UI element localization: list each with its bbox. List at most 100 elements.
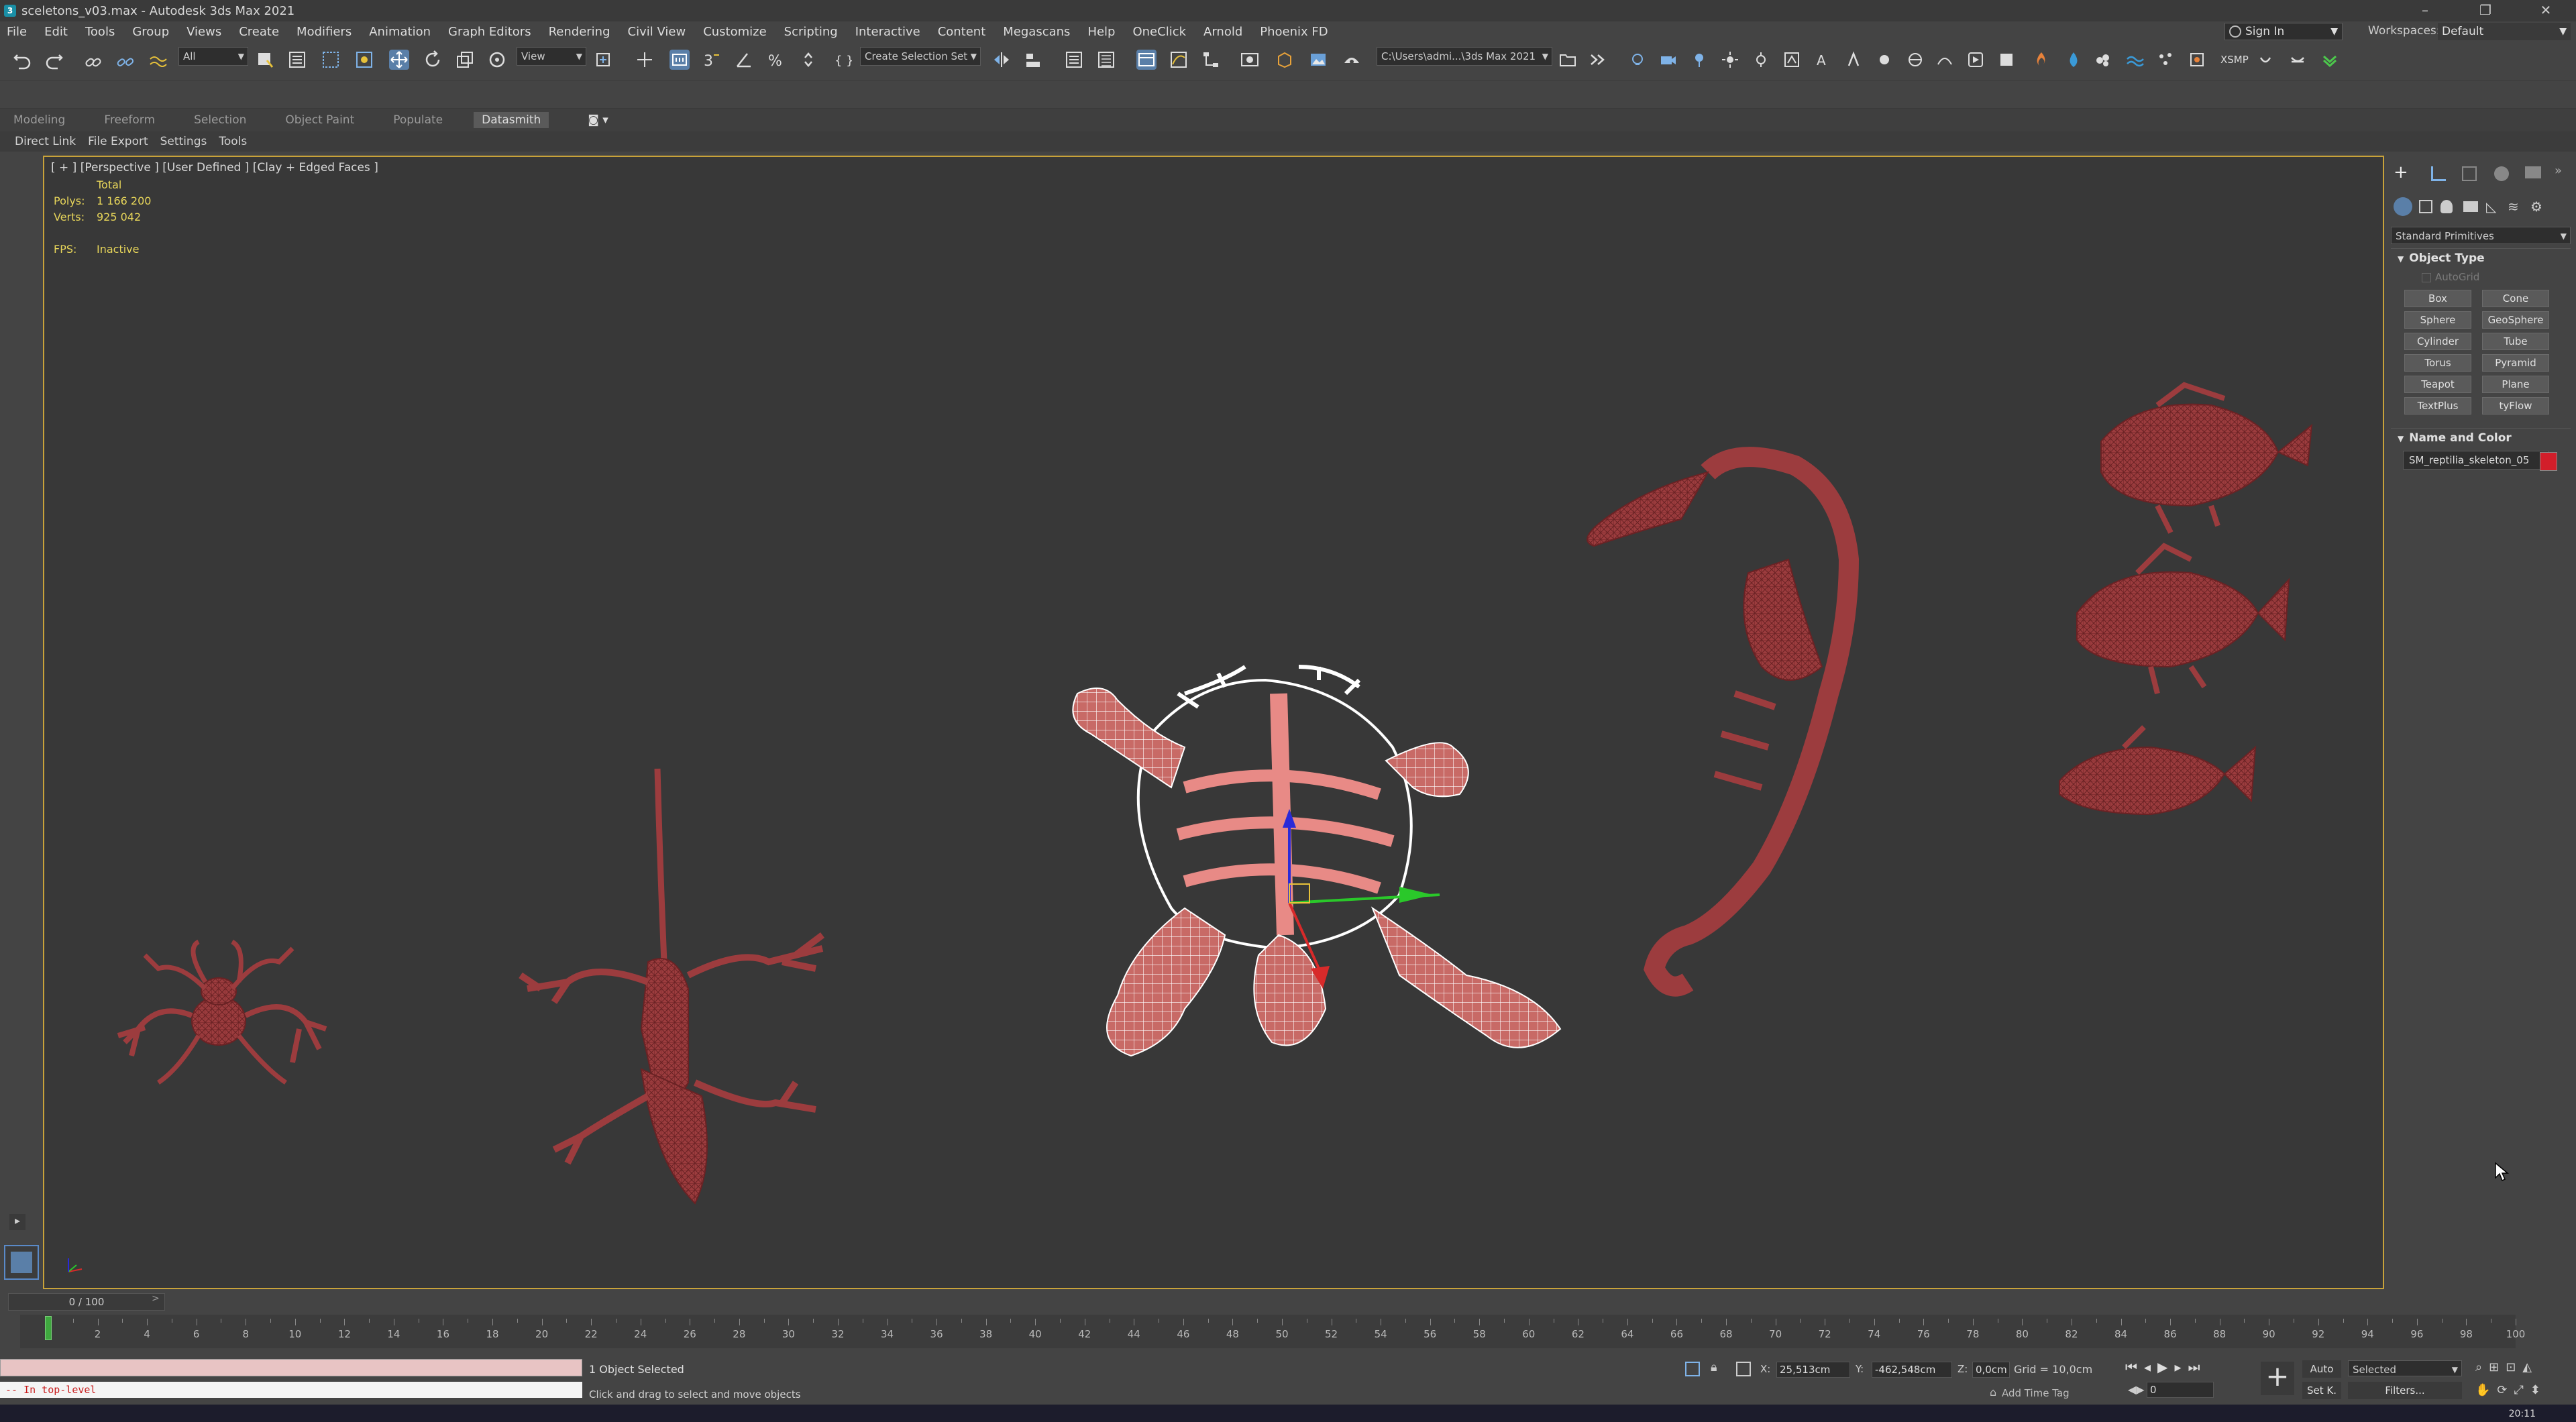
minimize-button[interactable]: – (2395, 0, 2455, 21)
direct-link-button[interactable]: Direct Link (15, 135, 76, 148)
x-coordinate-field[interactable]: 25,513cm (1776, 1362, 1850, 1378)
xsmp-settings-icon[interactable] (2288, 50, 2308, 70)
arnold-sky-icon[interactable] (1905, 50, 1925, 70)
menu-customize[interactable]: Customize (703, 25, 766, 39)
walk-through-icon[interactable]: ⬍ (2530, 1383, 2547, 1397)
fish-skeleton-model-2[interactable] (2076, 543, 2290, 694)
lizard-skeleton-model[interactable] (519, 768, 824, 1205)
tab-populate[interactable]: Populate (393, 113, 443, 127)
link-icon[interactable] (83, 52, 103, 72)
select-and-place-icon[interactable] (487, 50, 507, 70)
set-key-button[interactable]: Set K. (2302, 1382, 2341, 1399)
lights-category-icon[interactable] (2440, 200, 2453, 213)
menu-animation[interactable]: Animation (369, 25, 431, 39)
file-export-button[interactable]: File Export (88, 135, 148, 148)
fish-skeleton-model-1[interactable] (2100, 382, 2313, 534)
menu-create[interactable]: Create (239, 25, 279, 39)
unlink-icon[interactable] (115, 52, 136, 72)
menu-graph-editors[interactable]: Graph Editors (448, 25, 531, 39)
xsmp-label[interactable]: XSMP (2220, 54, 2249, 66)
menu-rendering[interactable]: Rendering (549, 25, 610, 39)
snaps-toggle-icon[interactable]: 3 (702, 50, 722, 70)
box-button[interactable]: Box (2404, 290, 2471, 307)
angle-snap-icon[interactable] (734, 50, 754, 70)
menu-megascans[interactable]: Megascans (1003, 25, 1070, 39)
skylight-icon[interactable] (1689, 50, 1709, 70)
select-manipulate-icon[interactable] (635, 50, 655, 70)
toggle-scene-explorer-icon[interactable] (1064, 50, 1084, 70)
menu-interactive[interactable]: Interactive (855, 25, 920, 39)
go-to-end-icon[interactable]: ⏭ (2188, 1359, 2206, 1375)
physical-camera-icon[interactable] (1658, 50, 1678, 70)
select-and-rotate-icon[interactable] (423, 50, 443, 70)
play-icon[interactable]: ▶ (2157, 1359, 2174, 1375)
render-setup-icon[interactable] (1275, 50, 1295, 70)
workspace-select[interactable]: Default ▼ (2438, 23, 2571, 40)
pan-view-icon[interactable]: ✋ (2475, 1383, 2497, 1397)
torus-button[interactable]: Torus (2404, 354, 2471, 372)
arnold-operator-icon[interactable] (1996, 50, 2017, 70)
select-and-scale-icon[interactable] (455, 50, 475, 70)
helpers-category-icon[interactable]: ◺ (2486, 199, 2496, 215)
ribbon-options-icon[interactable]: ◙ ▾ (588, 113, 608, 127)
select-object-icon[interactable] (255, 50, 275, 70)
plane-button[interactable]: Plane (2482, 376, 2549, 393)
arnold-light-icon[interactable] (1874, 50, 1894, 70)
frog-skeleton-model[interactable] (117, 939, 327, 1085)
menu-tools[interactable]: Tools (85, 25, 115, 39)
set-keys-icon[interactable]: + (2261, 1362, 2294, 1395)
phoenix-source-icon[interactable] (2187, 50, 2207, 70)
add-time-tag-button[interactable]: Add Time Tag (2002, 1387, 2070, 1399)
isolate-selection-icon[interactable] (1685, 1362, 1700, 1376)
sign-in-dropdown[interactable]: Sign In ▼ (2224, 23, 2343, 40)
viewport-layout-thumbnail[interactable] (4, 1245, 39, 1280)
cylinder-button[interactable]: Cylinder (2404, 333, 2471, 350)
create-tab-icon[interactable]: + (2394, 164, 2412, 182)
auto-key-button[interactable]: Auto (2302, 1360, 2341, 1378)
tab-datasmith[interactable]: Datasmith (474, 112, 549, 128)
project-folder-dropdown[interactable]: C:\Users\admi...\3ds Max 2021 ▼ (1377, 47, 1552, 66)
pyramid-button[interactable]: Pyramid (2482, 354, 2549, 372)
phoenix-ocean-icon[interactable] (2125, 50, 2145, 70)
redo-icon[interactable] (44, 52, 64, 72)
menu-help[interactable]: Help (1087, 25, 1115, 39)
primitive-type-dropdown[interactable]: Standard Primitives ▼ (2391, 227, 2571, 244)
select-by-name-icon[interactable] (287, 50, 307, 70)
selection-set-dropdown[interactable]: Create Selection Set ▼ (860, 47, 981, 66)
curve-editor-icon[interactable] (1169, 50, 1189, 70)
go-to-start-icon[interactable]: ⏮ (2125, 1359, 2144, 1375)
space-warps-category-icon[interactable]: ≋ (2508, 199, 2519, 215)
teapot-button[interactable]: Teapot (2404, 376, 2471, 393)
motion-tab-icon[interactable] (2494, 166, 2509, 181)
time-slider[interactable]: 0 / 100 (8, 1293, 165, 1311)
undo-icon[interactable] (12, 52, 32, 72)
menu-phoenix-fd[interactable]: Phoenix FD (1260, 25, 1328, 39)
sun-positioner-icon[interactable] (1720, 50, 1740, 70)
select-and-move-icon[interactable] (389, 50, 409, 70)
menu-oneclick[interactable]: OneClick (1132, 25, 1186, 39)
tools-button[interactable]: Tools (219, 135, 247, 148)
object-name-field[interactable]: SM_reptilia_skeleton_05 (2403, 451, 2549, 470)
utilities-tab-icon[interactable]: » (2555, 164, 2562, 178)
percent-snap-icon[interactable]: % (766, 50, 786, 70)
toggle-layer-explorer-icon[interactable] (1096, 50, 1116, 70)
phoenix-particles-icon[interactable] (2156, 50, 2176, 70)
menu-arnold[interactable]: Arnold (1203, 25, 1242, 39)
material-editor-icon[interactable] (1240, 50, 1260, 70)
schematic-view-icon[interactable] (1201, 50, 1221, 70)
arnold-physical-sky-icon[interactable] (1935, 50, 1955, 70)
environment-icon[interactable]: A (1813, 50, 1833, 70)
menu-modifiers[interactable]: Modifiers (297, 25, 352, 39)
key-filters-button[interactable]: Filters... (2348, 1382, 2462, 1399)
xsmp-export-icon[interactable] (2255, 50, 2275, 70)
zoom-all-icon[interactable]: ⊞ (2489, 1360, 2506, 1374)
geometry-category-icon[interactable] (2394, 197, 2412, 216)
seahorse-skeleton-model[interactable] (1587, 447, 1860, 997)
maximize-viewport-icon[interactable]: ⤢ (2514, 1383, 2530, 1397)
geosphere-button[interactable]: GeoSphere (2482, 311, 2549, 329)
selection-filter-dropdown[interactable]: All ▼ (178, 47, 248, 66)
tyflow-button[interactable]: tyFlow (2482, 397, 2549, 415)
cone-button[interactable]: Cone (2482, 290, 2549, 307)
textplus-button[interactable]: TextPlus (2404, 397, 2471, 415)
toolbar-overflow-icon[interactable] (1587, 50, 1607, 70)
